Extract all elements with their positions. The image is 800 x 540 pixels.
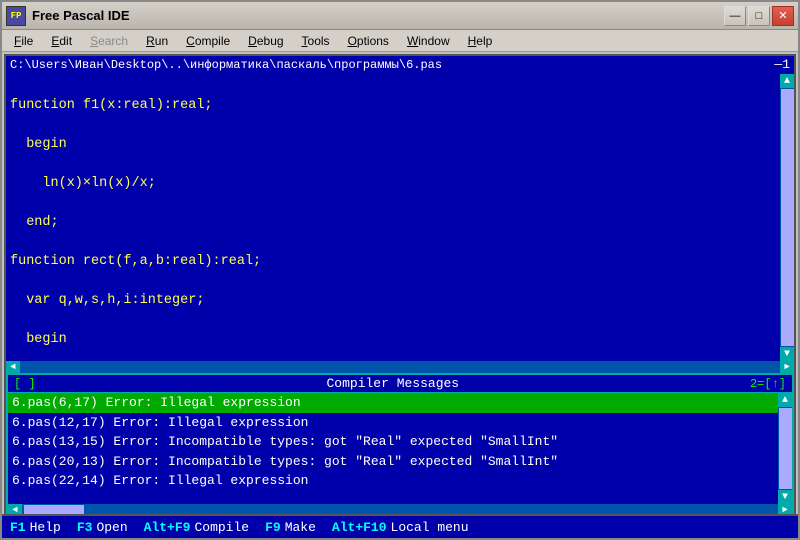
menu-help[interactable]: Help — [460, 32, 501, 50]
code-line: begin — [10, 135, 776, 155]
title-bar: FP Free Pascal IDE — □ ✕ — [2, 2, 798, 30]
menu-search[interactable]: Search — [82, 32, 136, 50]
compiler-message[interactable]: 6.pas(22,14) Error: Illegal expression — [8, 471, 778, 491]
status-open: F3 Open — [77, 520, 128, 535]
status-compile: Alt+F9 Compile — [144, 520, 249, 535]
menu-run[interactable]: Run — [138, 32, 176, 50]
code-horizontal-scrollbar[interactable]: ◄ ► — [6, 361, 794, 373]
compiler-message[interactable]: 6.pas(13,15) Error: Incompatible types: … — [8, 432, 778, 452]
menu-compile[interactable]: Compile — [178, 32, 238, 50]
compiler-message[interactable]: 6.pas(12,17) Error: Illegal expression — [8, 413, 778, 433]
compiler-panel: [ ] Compiler Messages 2=[↑] 6.pas(6,17) … — [6, 373, 794, 518]
compiler-message[interactable]: 6.pas(20,13) Error: Incompatible types: … — [8, 452, 778, 472]
menu-bar: File Edit Search Run Compile Debug Tools… — [2, 30, 798, 52]
code-line: function f1(x:real):real; — [10, 96, 776, 116]
compiler-messages-list: 6.pas(6,17) Error: Illegal expression 6.… — [8, 393, 778, 504]
compiler-message[interactable]: 6.pas(6,17) Error: Illegal expression — [8, 393, 778, 413]
code-vertical-scrollbar[interactable]: ▲ ▼ — [780, 74, 794, 361]
app-icon: FP — [6, 6, 26, 26]
menu-file[interactable]: File — [6, 32, 41, 50]
compiler-panel-left-indicator: [ ] — [14, 377, 36, 391]
compiler-vertical-scrollbar[interactable]: ▲ ▼ — [778, 393, 792, 504]
status-bar: F1 Help F3 Open Alt+F9 Compile F9 Make A… — [2, 514, 798, 538]
menu-tools[interactable]: Tools — [294, 32, 338, 50]
path-bar: C:\Users\Иван\Desktop\..\информатика\пас… — [6, 56, 794, 74]
code-line: ln(x)×ln(x)/x; — [10, 174, 776, 194]
file-path: C:\Users\Иван\Desktop\..\информатика\пас… — [10, 58, 442, 72]
menu-edit[interactable]: Edit — [43, 32, 80, 50]
window-title: Free Pascal IDE — [32, 8, 130, 23]
menu-debug[interactable]: Debug — [240, 32, 291, 50]
code-line: end; — [10, 213, 776, 233]
code-line: function rect(f,a,b:real):real; — [10, 252, 776, 272]
close-button[interactable]: ✕ — [772, 6, 794, 26]
line-indicator: —1 — [774, 57, 790, 72]
minimize-button[interactable]: — — [724, 6, 746, 26]
code-editor[interactable]: function f1(x:real):real; begin ln(x)×ln… — [6, 74, 780, 361]
maximize-button[interactable]: □ — [748, 6, 770, 26]
code-line: var q,w,s,h,i:integer; — [10, 291, 776, 311]
menu-options[interactable]: Options — [340, 32, 397, 50]
status-help: F1 Help — [10, 520, 61, 535]
menu-window[interactable]: Window — [399, 32, 458, 50]
status-make: F9 Make — [265, 520, 316, 535]
compiler-panel-title: Compiler Messages — [36, 376, 750, 391]
code-line: begin — [10, 330, 776, 350]
status-local-menu: Alt+F10 Local menu — [332, 520, 469, 535]
compiler-panel-right-indicator: 2=[↑] — [750, 377, 786, 391]
compiler-title-bar: [ ] Compiler Messages 2=[↑] — [8, 375, 792, 393]
